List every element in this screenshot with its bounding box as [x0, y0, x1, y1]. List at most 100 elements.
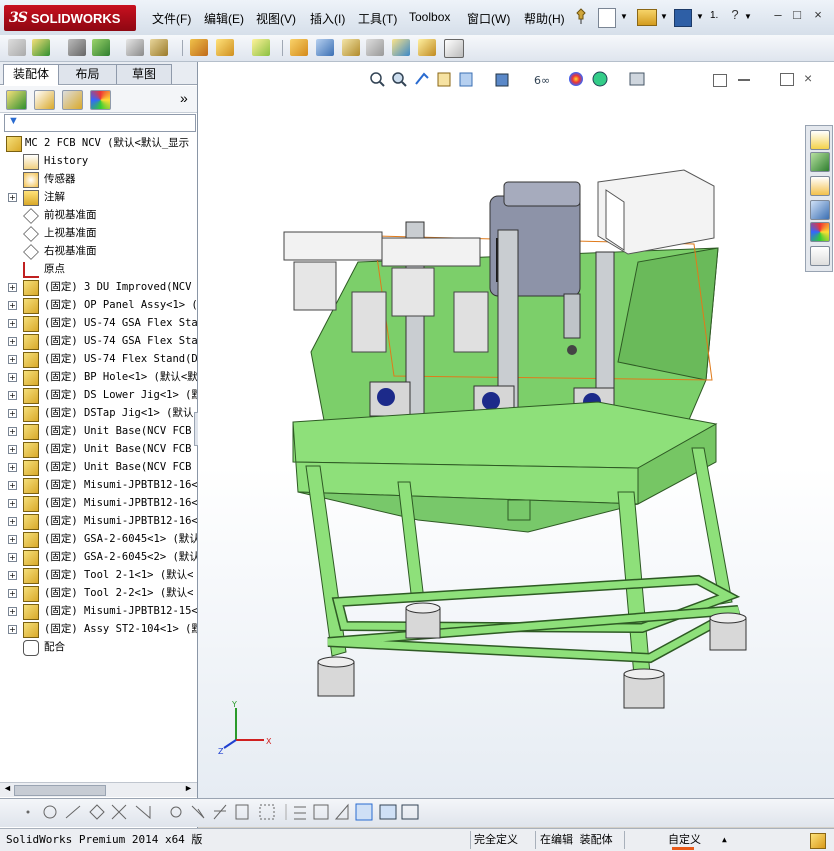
expand-toggle-icon[interactable]: +	[8, 283, 17, 292]
extend-icon[interactable]	[191, 805, 205, 819]
hole-alignment-icon[interactable]	[444, 39, 464, 58]
line-icon[interactable]	[65, 805, 81, 819]
expand-toggle-icon[interactable]: +	[8, 571, 17, 580]
reference-geometry-icon[interactable]	[252, 39, 270, 56]
angle-icon[interactable]	[135, 805, 151, 820]
expand-toggle-icon[interactable]: +	[8, 481, 17, 490]
expand-toggle-icon[interactable]: +	[8, 535, 17, 544]
circle-icon[interactable]	[43, 805, 57, 819]
filter-icon[interactable]: ▼	[8, 115, 19, 127]
menu-window[interactable]: 窗口(W)	[467, 10, 510, 27]
expand-toggle-icon[interactable]: +	[8, 445, 17, 454]
menu-file[interactable]: 文件(F)	[152, 10, 191, 27]
offset-icon[interactable]	[213, 804, 227, 820]
save-dropdown-icon[interactable]: ▼	[696, 12, 704, 21]
tree-root[interactable]: MC 2 FCB NCV (默认<默认_显示	[0, 134, 197, 152]
help-button[interactable]: ?	[727, 8, 743, 22]
menu-help[interactable]: 帮助(H)	[524, 10, 565, 27]
expand-toggle-icon[interactable]: +	[8, 319, 17, 328]
tree-item[interactable]: + (固定) Tool 2-1<1> (默认<	[0, 566, 197, 584]
close-button[interactable]: ×	[810, 8, 826, 22]
tree-item[interactable]: + (固定) BP Hole<1> (默认<默	[0, 368, 197, 386]
table-icon[interactable]	[401, 804, 419, 820]
expand-toggle-icon[interactable]: +	[8, 589, 17, 598]
expand-toggle-icon[interactable]: +	[8, 355, 17, 364]
scroll-right-icon[interactable]: ►	[184, 783, 193, 793]
configurationmanager-icon[interactable]	[62, 90, 83, 110]
tree-item[interactable]: + (固定) Assy ST2-104<1> (默	[0, 620, 197, 638]
maximize-button[interactable]: □	[789, 8, 805, 22]
expand-toggle-icon[interactable]: +	[8, 373, 17, 382]
open-folder-icon[interactable]	[637, 9, 657, 26]
displaymanager-icon[interactable]	[90, 90, 111, 110]
clearance-verification-icon[interactable]	[418, 39, 436, 56]
status-units[interactable]: 自定义	[668, 832, 701, 848]
tree-filter-box[interactable]: ▼	[4, 114, 196, 132]
tree-item[interactable]: History	[0, 152, 197, 170]
scroll-thumb[interactable]	[14, 785, 106, 796]
tree-item[interactable]: + (固定) 3 DU Improved(NCV F	[0, 278, 197, 296]
tree-item[interactable]: + (固定) Unit Base(NCV FCB 2	[0, 440, 197, 458]
tree-item[interactable]: + (固定) OP Panel Assy<1> (默	[0, 296, 197, 314]
assembly-model-view[interactable]	[198, 62, 834, 798]
tree-item[interactable]: + (固定) GSA-2-6045<1> (默认	[0, 530, 197, 548]
design-library-icon[interactable]	[810, 152, 830, 172]
menu-insert[interactable]: 插入(I)	[310, 10, 345, 27]
menu-toolbox[interactable]: Toolbox	[409, 10, 450, 24]
exploded-view-icon[interactable]	[342, 39, 360, 56]
tree-item[interactable]: + (固定) Tool 2-2<1> (默认<	[0, 584, 197, 602]
explode-line-sketch-icon[interactable]	[366, 39, 384, 56]
tree-item[interactable]: + (固定) US-74 GSA Flex Stan	[0, 332, 197, 350]
new-motion-study-icon[interactable]	[290, 39, 308, 56]
solidworks-resources-icon[interactable]	[810, 130, 830, 150]
tree-horizontal-scrollbar[interactable]: ◄ ►	[0, 782, 197, 797]
expand-toggle-icon[interactable]: +	[8, 625, 17, 634]
new-dropdown-icon[interactable]: ▼	[620, 12, 628, 21]
expand-toggle-icon[interactable]: +	[8, 553, 17, 562]
display-grid-icon[interactable]	[294, 806, 306, 820]
tree-item[interactable]: + (固定) Misumi-JPBTB12-16<	[0, 494, 197, 512]
show-hidden-icon[interactable]	[190, 39, 208, 56]
construction-icon[interactable]	[259, 804, 275, 820]
tree-item[interactable]: 原点	[0, 260, 197, 278]
graphics-area[interactable]: 6∞ × Y X Z	[198, 62, 834, 798]
view-palette-icon[interactable]	[810, 200, 830, 220]
tab-sketch[interactable]: 草图	[116, 64, 172, 84]
expand-toggle-icon[interactable]: +	[8, 463, 17, 472]
scroll-left-icon[interactable]: ◄	[3, 783, 12, 793]
expand-toggle-icon[interactable]: +	[8, 391, 17, 400]
tree-item[interactable]: 上视基准面	[0, 224, 197, 242]
tree-item[interactable]: + (固定) Misumi-JPBTB12-16<	[0, 512, 197, 530]
expand-toggle-icon[interactable]: +	[8, 499, 17, 508]
tree-item[interactable]: + (固定) GSA-2-6045<2> (默认	[0, 548, 197, 566]
tree-item[interactable]: + (固定) Unit Base(NCV FCB 2	[0, 458, 197, 476]
solidworks-logo[interactable]: 3S SOLIDWORKS	[4, 5, 136, 31]
tree-item[interactable]: 配合	[0, 638, 197, 656]
grid-icon[interactable]	[313, 804, 329, 820]
triangle-icon[interactable]	[334, 803, 349, 820]
tree-item[interactable]: + (固定) Unit Base(NCV FCB 2	[0, 422, 197, 440]
new-part-icon[interactable]	[32, 39, 50, 56]
tree-item[interactable]: 前视基准面	[0, 206, 197, 224]
pin-icon[interactable]	[574, 8, 588, 24]
expand-toggle-icon[interactable]: +	[8, 337, 17, 346]
tree-item[interactable]: + (固定) DSTap Jig<1> (默认	[0, 404, 197, 422]
tree-item[interactable]: + (固定) Misumi-JPBTB12-16<	[0, 476, 197, 494]
new-document-icon[interactable]	[598, 8, 616, 28]
tree-item[interactable]: + (固定) DS Lower Jig<1> (默	[0, 386, 197, 404]
polygon-icon[interactable]	[89, 804, 105, 820]
tree-item[interactable]: + (固定) US-74 GSA Flex Stan	[0, 314, 197, 332]
window-icon[interactable]	[379, 804, 397, 820]
menu-view[interactable]: 视图(V)	[256, 10, 296, 27]
mate-icon[interactable]	[68, 39, 86, 56]
help-dropdown-icon[interactable]: ▼	[744, 12, 752, 21]
menu-tools[interactable]: 工具(T)	[358, 10, 397, 27]
options-icon[interactable]: 1.	[710, 10, 718, 21]
tree-item[interactable]: + (固定) US-74 Flex Stand(De	[0, 350, 197, 368]
appearances-scenes-icon[interactable]	[810, 222, 830, 242]
move-component-icon[interactable]	[150, 39, 168, 56]
minimize-button[interactable]: –	[770, 8, 786, 22]
cross-icon[interactable]	[111, 804, 127, 820]
expand-panel-icon[interactable]: »	[180, 90, 188, 106]
rebuild-status-icon[interactable]	[810, 833, 826, 849]
